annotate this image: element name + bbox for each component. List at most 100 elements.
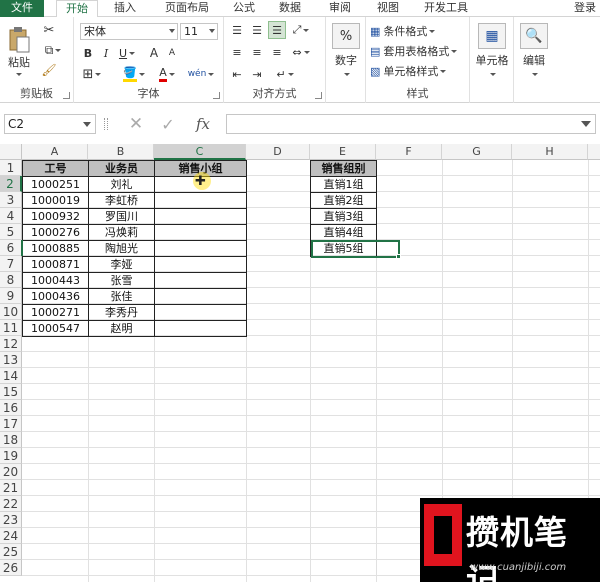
decrease-indent-icon[interactable]: ⇤ [228,65,246,83]
cell-employee-id[interactable]: 1000276 [23,225,89,241]
align-right-icon[interactable]: ≡ [268,43,286,61]
font-name-combo[interactable]: 宋体 [80,23,178,40]
align-top-icon[interactable]: ☰ [228,21,246,39]
cells-icon[interactable]: ▦ [478,23,506,49]
cells-dropdown[interactable] [484,69,500,79]
row-header[interactable]: 16 [0,400,22,416]
row-header[interactable]: 7 [0,256,22,272]
cell-sales-group[interactable] [155,257,247,273]
login-link[interactable]: 登录 [574,0,596,15]
alignment-launcher-icon[interactable] [315,92,322,99]
tab-file[interactable]: 文件 [0,0,44,17]
cell-employee-id[interactable]: 1000932 [23,209,89,225]
cell-employee-id[interactable]: 1000436 [23,289,89,305]
tab-review[interactable]: 审阅 [322,0,358,17]
shrink-font-icon[interactable]: A [164,45,180,61]
enter-icon[interactable]: ✓ [158,114,178,134]
row-header[interactable]: 23 [0,512,22,528]
paste-icon[interactable] [6,25,32,55]
name-box[interactable]: C2 [4,114,96,134]
cell-group-name[interactable]: 直销4组 [311,225,377,241]
editing-icon[interactable]: 🔍 [520,23,548,49]
cell-sales-group[interactable] [155,321,247,337]
cell-sales-group[interactable] [155,209,247,225]
header-cell-salesperson[interactable]: 业务员 [89,161,155,177]
cell-employee-id[interactable]: 1000871 [23,257,89,273]
row-header[interactable]: 22 [0,496,22,512]
row-header[interactable]: 1 [0,160,22,176]
increase-indent-icon[interactable]: ⇥ [248,65,266,83]
column-header-e[interactable]: E [310,144,376,160]
row-header[interactable]: 18 [0,432,22,448]
cell-employee-id[interactable]: 1000019 [23,193,89,209]
orientation-icon[interactable]: ⤢ [288,21,314,39]
row-header[interactable]: 9 [0,288,22,304]
cell-employee-id[interactable]: 1000547 [23,321,89,337]
font-size-combo[interactable]: 11 [180,23,218,40]
editing-dropdown[interactable] [526,69,542,79]
format-painter-icon[interactable]: 🖌 [40,61,58,79]
copy-icon[interactable]: ⧉ [40,41,66,59]
wrap-text-icon[interactable]: ↵ [270,65,300,83]
cell-group-name[interactable]: 直销3组 [311,209,377,225]
cells-button[interactable]: 单元格 [470,53,514,67]
grow-font-icon[interactable]: A [146,45,162,61]
cell-salesperson[interactable]: 罗国川 [89,209,155,225]
cell-sales-group[interactable] [155,225,247,241]
insert-function-button[interactable]: fx [192,114,214,134]
column-header-c[interactable]: C [154,144,246,160]
formula-bar-grip[interactable] [104,118,108,130]
font-launcher-icon[interactable] [213,92,220,99]
cell-group-name[interactable]: 直销1组 [311,177,377,193]
header-cell-group-list[interactable]: 销售组别 [311,161,377,177]
format-as-table-button[interactable]: ▤ 套用表格格式 [370,43,470,59]
cell-salesperson[interactable]: 张佳 [89,289,155,305]
row-header[interactable]: 14 [0,368,22,384]
row-header[interactable]: 5 [0,224,22,240]
column-header-g[interactable]: G [442,144,512,160]
paste-button[interactable]: 粘贴 [4,55,34,69]
align-left-icon[interactable]: ≡ [228,43,246,61]
conditional-format-button[interactable]: ▦ 条件格式 [370,23,470,39]
cell-salesperson[interactable]: 李秀丹 [89,305,155,321]
row-header[interactable]: 3 [0,192,22,208]
number-format-button[interactable]: 数字 [328,53,364,67]
cell-employee-id[interactable]: 1000251 [23,177,89,193]
column-header-f[interactable]: F [376,144,442,160]
select-all-corner[interactable] [0,144,22,160]
merge-center-icon[interactable]: ⇔ [288,43,314,61]
align-bottom-icon[interactable]: ☰ [268,21,286,39]
tab-view[interactable]: 视图 [370,0,406,17]
font-color-icon[interactable]: A [154,65,180,83]
editing-button[interactable]: 编辑 [514,53,554,67]
cell-salesperson[interactable]: 冯焕莉 [89,225,155,241]
row-header[interactable]: 25 [0,544,22,560]
column-header-a[interactable]: A [22,144,88,160]
row-header[interactable]: 17 [0,416,22,432]
row-header[interactable]: 26 [0,560,22,576]
fill-handle[interactable] [396,254,401,259]
expand-formula-icon[interactable] [581,121,591,127]
cell-salesperson[interactable]: 李娅 [89,257,155,273]
paste-dropdown[interactable] [8,69,28,79]
italic-icon[interactable]: I [98,45,114,61]
formula-input[interactable] [226,114,596,134]
cell-salesperson[interactable]: 李虹桥 [89,193,155,209]
column-header-d[interactable]: D [246,144,310,160]
row-header[interactable]: 21 [0,480,22,496]
cell-group-name[interactable]: 直销2组 [311,193,377,209]
cell-sales-group[interactable] [155,305,247,321]
tab-developer[interactable]: 开发工具 [416,0,476,17]
cut-icon[interactable]: ✂ [40,21,58,39]
column-header-b[interactable]: B [88,144,154,160]
number-dropdown[interactable] [338,69,354,79]
row-header[interactable]: 11 [0,320,22,336]
cell-employee-id[interactable]: 1000885 [23,241,89,257]
tab-page-layout[interactable]: 页面布局 [154,0,220,17]
row-header[interactable]: 8 [0,272,22,288]
fill-color-icon[interactable]: 🪣 [120,65,148,83]
cell-styles-button[interactable]: ▧ 单元格样式 [370,63,470,79]
row-header[interactable]: 24 [0,528,22,544]
cell-sales-group[interactable] [155,241,247,257]
clipboard-launcher-icon[interactable] [63,92,70,99]
